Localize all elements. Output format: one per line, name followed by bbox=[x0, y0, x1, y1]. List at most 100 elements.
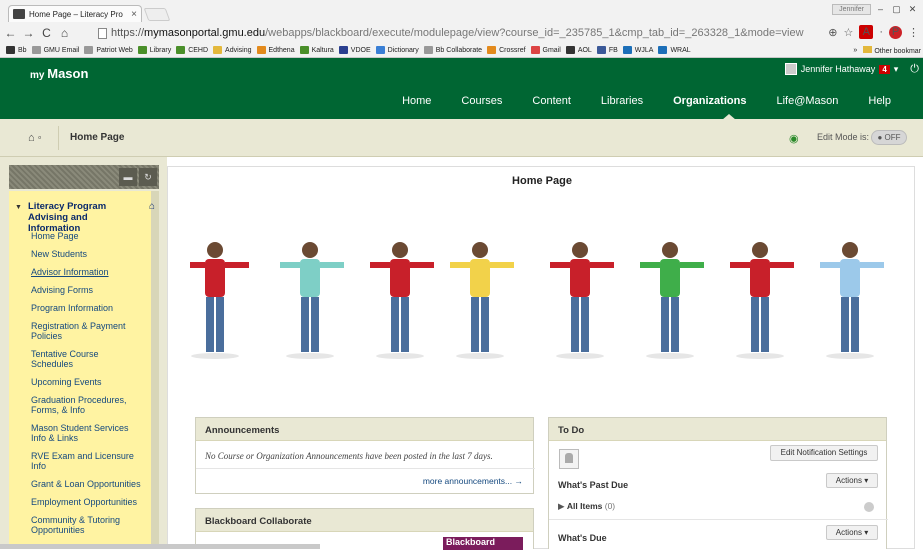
nav-tab-courses[interactable]: Courses bbox=[461, 95, 502, 107]
bookmark-item[interactable]: AOL bbox=[565, 46, 592, 54]
home-icon[interactable]: ⌂ bbox=[149, 201, 155, 212]
nav-tab-help[interactable]: Help bbox=[868, 95, 891, 107]
bookmark-item[interactable]: Library bbox=[137, 46, 171, 54]
bookmark-icon bbox=[84, 46, 94, 54]
other-bookmarks[interactable]: Other bookmar bbox=[863, 45, 921, 55]
reload-icon[interactable]: C bbox=[39, 26, 54, 40]
course-menu-list: Home Page New Students Advisor Information… bbox=[31, 231, 143, 543]
all-items-row[interactable]: ▶ All Items (0) bbox=[558, 501, 615, 512]
past-due-actions-button[interactable]: Actions ▾ bbox=[826, 473, 878, 488]
bookmark-item[interactable]: Bb bbox=[6, 46, 27, 54]
mymason-logo[interactable]: my Mason bbox=[30, 66, 88, 81]
notification-badge[interactable]: 4 bbox=[879, 64, 890, 74]
bookmark-item[interactable]: GMU Email bbox=[31, 46, 80, 54]
address-bar[interactable]: https://mymasonportal.gmu.edu/webapps/bl… bbox=[98, 24, 828, 42]
bookmark-item[interactable]: VDOE bbox=[338, 46, 371, 54]
past-due-title: What's Past Due bbox=[558, 480, 629, 490]
bookmark-label: GMU Email bbox=[43, 46, 80, 54]
pinterest-icon[interactable]: P bbox=[889, 25, 902, 39]
bookmark-item[interactable]: Patriot Web bbox=[84, 46, 133, 54]
bookmark-item[interactable]: Advising bbox=[213, 46, 252, 54]
new-tab-button[interactable] bbox=[143, 8, 171, 21]
maximize-icon[interactable]: ▢ bbox=[890, 3, 903, 15]
edit-mode-toggle[interactable]: ● OFF bbox=[871, 130, 907, 145]
kid-letter-figure bbox=[370, 242, 434, 359]
nav-tab-home[interactable]: Home bbox=[402, 95, 431, 107]
sidebar-item[interactable]: RVE Exam and Licensure Info bbox=[31, 451, 143, 471]
nav-tab-content[interactable]: Content bbox=[532, 95, 571, 107]
bookmark-icon bbox=[213, 46, 223, 54]
bookmark-item[interactable]: WRAL bbox=[658, 46, 691, 54]
forward-icon[interactable]: → bbox=[21, 26, 36, 40]
bookmark-item[interactable]: Bb Collaborate bbox=[423, 46, 482, 54]
pdf-extension-icon[interactable]: A bbox=[859, 25, 874, 39]
tab-title: Home Page – Literacy Pro bbox=[29, 9, 123, 19]
kid-letter-figure bbox=[550, 242, 614, 359]
minimize-icon[interactable]: – bbox=[874, 3, 887, 15]
user-name: Jennifer Hathaway bbox=[800, 64, 876, 74]
home-icon[interactable]: ⌂ bbox=[57, 26, 72, 40]
browser-tab[interactable]: Home Page – Literacy Pro × bbox=[8, 5, 142, 22]
sidebar-toolbar: ▬ ↻ bbox=[9, 165, 159, 189]
sidebar-item[interactable]: Upcoming Events bbox=[31, 377, 143, 387]
bookmark-item[interactable]: Crossref bbox=[487, 46, 526, 54]
profile-button[interactable]: Jennifer bbox=[832, 3, 871, 15]
sidebar-item[interactable]: New Students bbox=[31, 249, 143, 259]
literacy-banner-image bbox=[190, 242, 884, 359]
user-icon bbox=[559, 449, 579, 469]
folder-icon[interactable]: ▬ bbox=[119, 168, 137, 186]
nav-tab-organizations[interactable]: Organizations bbox=[673, 95, 746, 107]
refresh-icon[interactable]: ↻ bbox=[139, 168, 157, 186]
sidebar-item[interactable]: Grant & Loan Opportunities bbox=[31, 479, 143, 489]
menu-icon[interactable]: ⋮ bbox=[908, 26, 919, 39]
user-menu[interactable]: Jennifer Hathaway 4 ▾ ⏻ bbox=[784, 60, 919, 78]
expand-arrow-icon: ▶ bbox=[558, 501, 565, 511]
chevron-down-icon[interactable]: ▾ bbox=[894, 64, 899, 75]
home-icon[interactable]: ⌂ ◦ bbox=[28, 132, 42, 144]
extension-icon[interactable]: · bbox=[879, 26, 883, 38]
sidebar-item[interactable]: Registration & Payment Policies bbox=[31, 321, 143, 341]
sidebar-item[interactable]: Home Page bbox=[31, 231, 143, 241]
sidebar-item[interactable]: Program Information bbox=[31, 303, 143, 313]
window-controls: Jennifer – ▢ ✕ bbox=[832, 3, 919, 15]
nav-tab-lifemason[interactable]: Life@Mason bbox=[776, 95, 838, 107]
logout-icon[interactable]: ⏻ bbox=[910, 63, 919, 76]
nav-tab-libraries[interactable]: Libraries bbox=[601, 95, 643, 107]
blackboard-logo[interactable]: Blackboard bbox=[443, 537, 523, 550]
bookmark-item[interactable]: Dictionary bbox=[375, 46, 419, 54]
bookmarks-more-icon[interactable]: » bbox=[853, 47, 857, 54]
bookmark-item[interactable]: Kaltura bbox=[299, 46, 334, 54]
bookmark-item[interactable]: FB bbox=[596, 46, 618, 54]
sidebar-item[interactable]: Mason Student Services Info & Links bbox=[31, 423, 143, 443]
tab-close-icon[interactable]: × bbox=[131, 9, 137, 20]
sidebar-item[interactable]: Community & Tutoring Opportunities bbox=[31, 515, 143, 535]
due-actions-button[interactable]: Actions ▾ bbox=[826, 525, 878, 540]
bookmark-item[interactable]: WJLA bbox=[622, 46, 653, 54]
bookmark-label: Crossref bbox=[499, 46, 526, 54]
bookmark-label: FB bbox=[608, 46, 618, 54]
logo-small: my bbox=[30, 70, 45, 81]
star-icon[interactable]: ☆ bbox=[843, 26, 853, 39]
window-close-icon[interactable]: ✕ bbox=[906, 3, 919, 15]
bookmark-item[interactable]: CEHD bbox=[176, 46, 208, 54]
sidebar-item[interactable]: Employment Opportunities bbox=[31, 497, 143, 507]
collapse-arrow-icon[interactable]: ▼ bbox=[15, 204, 22, 211]
bookmark-item[interactable]: Edthena bbox=[256, 46, 295, 54]
back-icon[interactable]: ← bbox=[3, 26, 18, 40]
org-name[interactable]: Literacy Program Advising and Informatio… bbox=[28, 201, 138, 234]
bookmark-icon bbox=[256, 46, 266, 54]
main-nav: Home Courses Content Libraries Organizations… bbox=[372, 95, 891, 107]
url-host: mymasonportal.gmu.edu bbox=[144, 27, 266, 39]
chevron-down-icon: ▾ bbox=[864, 476, 869, 485]
sidebar-item[interactable]: Graduation Procedures, Forms, & Info bbox=[31, 395, 143, 415]
more-announcements-link[interactable]: more announcements... → bbox=[423, 476, 523, 486]
bookmark-item[interactable]: Gmail bbox=[530, 46, 561, 54]
sidebar-item[interactable]: Advising Forms bbox=[31, 285, 143, 295]
bookmark-label: Advising bbox=[225, 46, 252, 54]
sidebar-item[interactable]: Tentative Course Schedules bbox=[31, 349, 143, 369]
zoom-icon[interactable]: ⊕ bbox=[828, 26, 837, 39]
edit-notification-settings-button[interactable]: Edit Notification Settings bbox=[770, 445, 878, 461]
url-path: /webapps/blackboard/execute/modulepage/v… bbox=[265, 27, 804, 39]
sidebar-item[interactable]: Advisor Information bbox=[31, 267, 143, 277]
tab-favicon-icon bbox=[13, 9, 25, 19]
